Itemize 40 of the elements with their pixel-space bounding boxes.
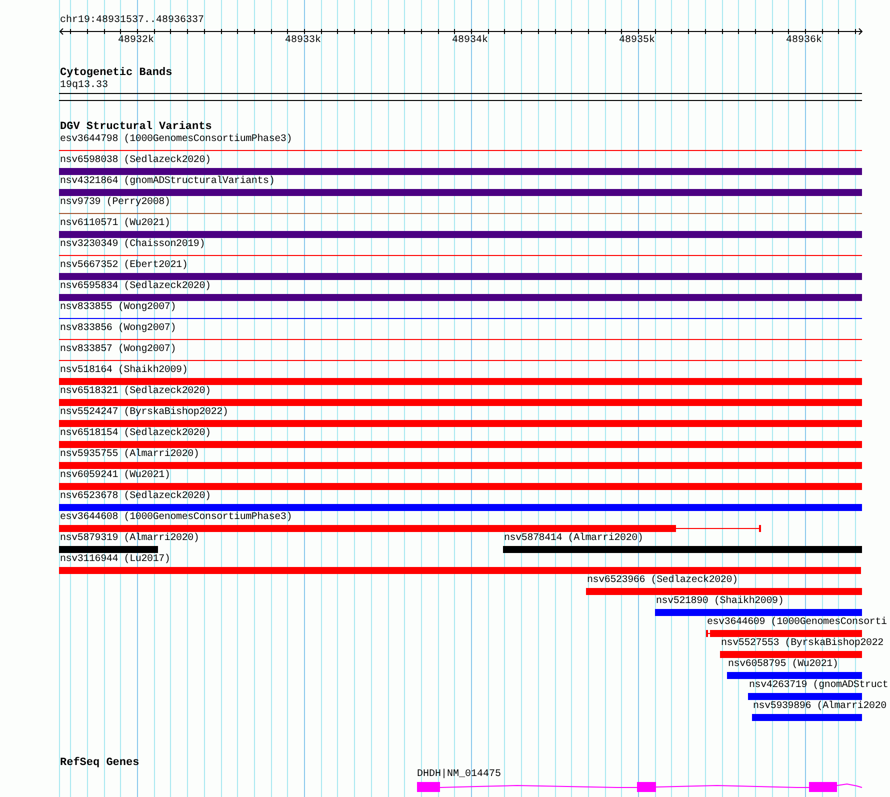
tick-label: 48935k [619,35,656,47]
variant-label: nsv4263719 (gnomADStruct [749,680,888,692]
variant-label: nsv5667352 (Ebert2021) [60,260,188,272]
variant-label: nsv6595834 (Sedlazeck2020) [60,281,211,293]
variant-label: nsv9739 (Perry2008) [60,197,170,209]
band-label: 19q13.33 [60,80,108,92]
variant-label: nsv6518321 (Sedlazeck2020) [60,386,211,398]
track-title: Cytogenetic Bands [60,67,172,79]
variant-label: nsv6523678 (Sedlazeck2020) [60,491,211,503]
variant-label: esv3644798 (1000GenomesConsortiumPhase3) [60,134,292,146]
tick-label: 48932k [118,35,154,47]
variant-label: nsv6059241 (Wu2021) [60,470,170,482]
variant-label: nsv3116944 (Lu2017) [60,554,170,566]
location-label: chr19:48931537..48936337 [60,15,204,27]
variant-label: nsv3230349 (Chaisson2019) [60,239,206,251]
variant-label: nsv5935755 (Almarri2020) [60,449,200,461]
variant-label: nsv6110571 (Wu2021) [60,218,170,230]
variant-label: esv3644608 (1000GenomesConsortiumPhase3) [60,512,292,524]
variant-label: nsv521890 (Shaikh2009) [656,596,784,608]
track-title: RefSeq Genes [60,757,140,769]
variant-label: nsv5524247 (ByrskaBishop2022) [60,407,228,419]
variant-label: nsv5879319 (Almarri2020) [60,533,200,545]
tick-label: 48936k [786,35,822,47]
variant-label: nsv833855 (Wong2007) [60,302,176,314]
variant-label: nsv6058795 (Wu2021) [728,659,838,671]
track-title: DGV Structural Variants [60,121,212,133]
variant-label: nsv6518154 (Sedlazeck2020) [60,428,211,440]
variant-label: nsv518164 (Shaikh2009) [60,365,188,377]
variant-label: nsv5527553 (ByrskaBishop2022 [721,638,884,650]
variant-label: nsv6598038 (Sedlazeck2020) [60,155,211,167]
variant-label: esv3644609 (1000GenomesConsorti [707,617,887,629]
variant-label: nsv833857 (Wong2007) [60,344,176,356]
tick-label: 48934k [452,35,488,47]
gene-label: DHDH|NM_014475 [417,769,502,781]
variant-label: nsv833856 (Wong2007) [60,323,176,335]
variant-label: nsv5878414 (Almarri2020) [504,533,644,545]
variant-label: nsv4321864 (gnomADStructuralVariants) [60,176,275,188]
variant-label: nsv6523966 (Sedlazeck2020) [587,575,738,587]
tick-label: 48933k [285,35,322,47]
variant-label: nsv5939896 (Almarri2020 [753,701,886,713]
